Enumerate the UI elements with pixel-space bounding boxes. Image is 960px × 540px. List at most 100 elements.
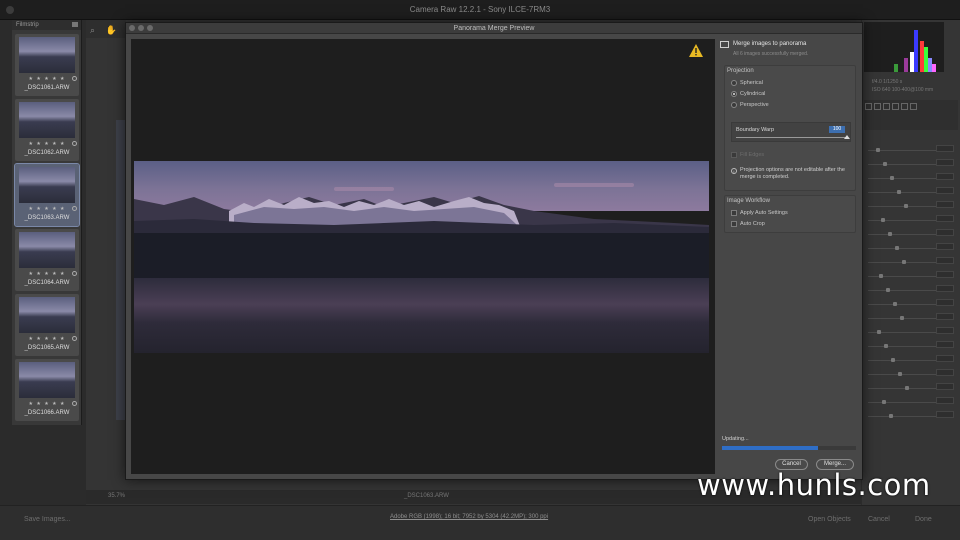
slider-value-field[interactable] <box>936 397 954 404</box>
adjustment-slider[interactable] <box>868 178 944 179</box>
adjustment-slider[interactable] <box>868 304 944 305</box>
perspective-label[interactable]: Perspective <box>740 102 769 108</box>
slider-value-field[interactable] <box>936 243 954 250</box>
slider-value-field[interactable] <box>936 341 954 348</box>
lens-tab-icon[interactable] <box>910 103 917 110</box>
slider-value-field[interactable] <box>936 187 954 194</box>
slider-handle[interactable] <box>897 190 901 194</box>
cylindrical-radio[interactable] <box>731 91 737 97</box>
close-dialog-icon[interactable] <box>129 25 135 31</box>
search-icon[interactable]: ⌕ <box>90 25 95 36</box>
auto-crop-label[interactable]: Auto Crop <box>740 221 765 227</box>
done-button[interactable]: Done <box>905 512 942 528</box>
slider-handle[interactable] <box>879 274 883 278</box>
adjustment-slider[interactable] <box>868 248 944 249</box>
save-images-button[interactable]: Save Images... <box>14 512 81 528</box>
boundary-warp-handle[interactable] <box>844 135 850 139</box>
adjustment-slider[interactable] <box>868 220 944 221</box>
filmstrip-thumbnail[interactable]: ★ ★ ★ ★ ★ _DSC1063.ARW <box>14 163 80 227</box>
slider-handle[interactable] <box>876 148 880 152</box>
slider-value-field[interactable] <box>936 215 954 222</box>
slider-handle[interactable] <box>877 330 881 334</box>
filmstrip-menu-icon[interactable] <box>72 22 78 27</box>
auto-crop-checkbox[interactable] <box>731 221 737 227</box>
slider-value-field[interactable] <box>936 201 954 208</box>
spherical-radio[interactable] <box>731 80 737 86</box>
zoom-level[interactable]: 35.7% <box>108 493 125 499</box>
open-objects-button[interactable]: Open Objects <box>798 512 861 528</box>
adjustment-slider[interactable] <box>868 318 944 319</box>
slider-value-field[interactable] <box>936 285 954 292</box>
filmstrip-thumbnail[interactable]: ★ ★ ★ ★ ★ _DSC1066.ARW <box>15 359 79 421</box>
cancel-button[interactable]: Cancel <box>858 512 900 528</box>
adjustment-slider[interactable] <box>868 164 944 165</box>
tone-curve-tab-icon[interactable] <box>874 103 881 110</box>
adjustment-slider[interactable] <box>868 234 944 235</box>
slider-handle[interactable] <box>905 386 909 390</box>
apply-auto-settings-checkbox[interactable] <box>731 210 737 216</box>
star-rating[interactable]: ★ ★ ★ ★ ★ <box>15 76 79 82</box>
adjustment-slider[interactable] <box>868 416 944 417</box>
slider-value-field[interactable] <box>936 383 954 390</box>
filmstrip-thumbnail[interactable]: ★ ★ ★ ★ ★ _DSC1064.ARW <box>15 229 79 291</box>
perspective-radio[interactable] <box>731 102 737 108</box>
slider-value-field[interactable] <box>936 313 954 320</box>
adjustment-slider[interactable] <box>868 346 944 347</box>
boundary-warp-slider[interactable] <box>736 137 848 138</box>
hand-icon[interactable]: ✋ <box>106 25 117 36</box>
adjustment-slider[interactable] <box>868 262 944 263</box>
basic-tab-icon[interactable] <box>865 103 872 110</box>
star-rating[interactable]: ★ ★ ★ ★ ★ <box>15 206 79 212</box>
cylindrical-label[interactable]: Cylindrical <box>740 91 765 97</box>
slider-handle[interactable] <box>888 232 892 236</box>
star-rating[interactable]: ★ ★ ★ ★ ★ <box>15 336 79 342</box>
slider-handle[interactable] <box>881 218 885 222</box>
hsl-tab-icon[interactable] <box>892 103 899 110</box>
fill-edges-checkbox[interactable] <box>731 152 737 158</box>
filmstrip-thumbnail[interactable]: ★ ★ ★ ★ ★ _DSC1061.ARW <box>15 34 79 96</box>
star-rating[interactable]: ★ ★ ★ ★ ★ <box>15 271 79 277</box>
slider-handle[interactable] <box>900 316 904 320</box>
slider-handle[interactable] <box>882 400 886 404</box>
slider-value-field[interactable] <box>936 229 954 236</box>
filmstrip-thumbnail[interactable]: ★ ★ ★ ★ ★ _DSC1062.ARW <box>15 99 79 161</box>
apply-auto-settings-label[interactable]: Apply Auto Settings <box>740 210 788 216</box>
close-window-icon[interactable] <box>6 6 14 14</box>
slider-value-field[interactable] <box>936 355 954 362</box>
slider-value-field[interactable] <box>936 411 954 418</box>
slider-value-field[interactable] <box>936 369 954 376</box>
workflow-options-link[interactable]: Adobe RGB (1998); 16 bit; 7952 by 5304 (… <box>390 514 548 520</box>
detail-tab-icon[interactable] <box>883 103 890 110</box>
slider-value-field[interactable] <box>936 159 954 166</box>
star-rating[interactable]: ★ ★ ★ ★ ★ <box>15 141 79 147</box>
slider-handle[interactable] <box>895 246 899 250</box>
slider-handle[interactable] <box>891 358 895 362</box>
filmstrip-thumbnail[interactable]: ★ ★ ★ ★ ★ _DSC1065.ARW <box>15 294 79 356</box>
slider-handle[interactable] <box>883 162 887 166</box>
slider-handle[interactable] <box>898 372 902 376</box>
split-tone-tab-icon[interactable] <box>901 103 908 110</box>
slider-handle[interactable] <box>886 288 890 292</box>
adjustment-slider[interactable] <box>868 192 944 193</box>
adjustment-slider[interactable] <box>868 402 944 403</box>
slider-value-field[interactable] <box>936 173 954 180</box>
adjustment-slider[interactable] <box>868 374 944 375</box>
boundary-warp-value[interactable]: 100 <box>829 126 845 133</box>
slider-value-field[interactable] <box>936 271 954 278</box>
slider-value-field[interactable] <box>936 299 954 306</box>
slider-value-field[interactable] <box>936 327 954 334</box>
zoom-dialog-icon[interactable] <box>147 25 153 31</box>
spherical-label[interactable]: Spherical <box>740 80 763 86</box>
slider-handle[interactable] <box>889 414 893 418</box>
slider-handle[interactable] <box>902 260 906 264</box>
slider-value-field[interactable] <box>936 257 954 264</box>
slider-handle[interactable] <box>884 344 888 348</box>
slider-value-field[interactable] <box>936 145 954 152</box>
star-rating[interactable]: ★ ★ ★ ★ ★ <box>15 401 79 407</box>
adjustment-slider[interactable] <box>868 360 944 361</box>
adjustment-slider[interactable] <box>868 290 944 291</box>
slider-handle[interactable] <box>893 302 897 306</box>
slider-handle[interactable] <box>890 176 894 180</box>
minimize-dialog-icon[interactable] <box>138 25 144 31</box>
slider-handle[interactable] <box>904 204 908 208</box>
